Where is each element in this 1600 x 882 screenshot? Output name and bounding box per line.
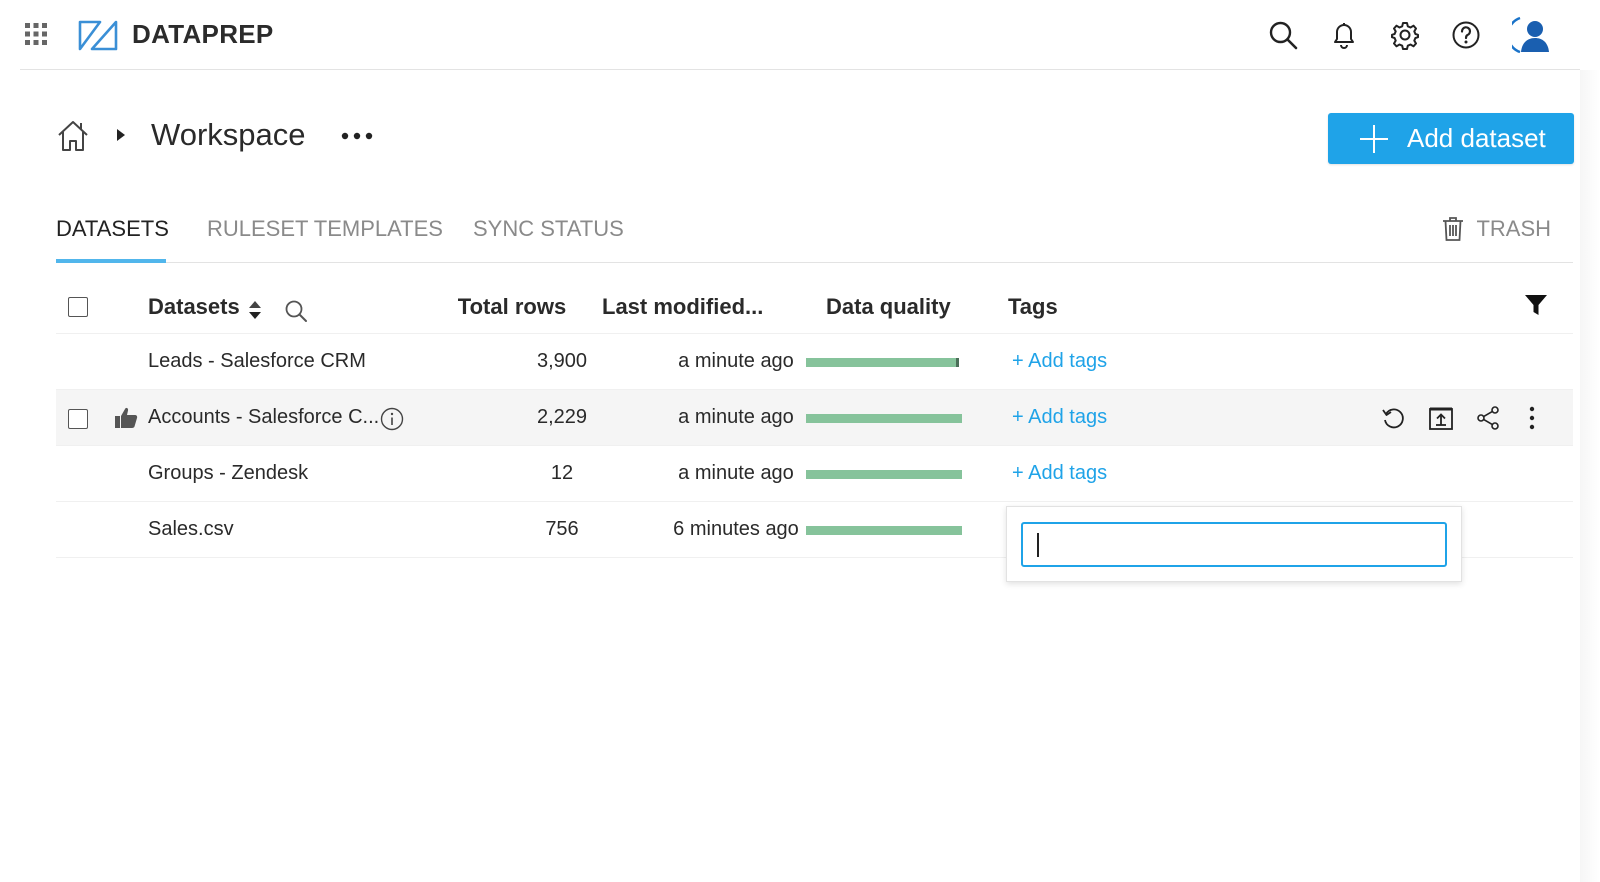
dataset-name[interactable]: Accounts - Salesforce C... [148,406,379,429]
data-quality-bar [806,414,962,423]
header-data-quality[interactable]: Data quality [826,294,951,320]
data-quality-bar [806,526,962,535]
data-quality-bar-edge [956,358,959,367]
total-rows: 3,900 [536,350,588,372]
header-datasets[interactable]: Datasets [148,294,240,320]
table-row[interactable]: Groups - Zendesk 12 a minute ago + Add t… [56,446,1573,502]
data-quality-bar [806,358,959,367]
top-bar: DATAPREP [20,0,1580,70]
dataprep-logo-icon [78,20,118,51]
export-icon[interactable] [1428,405,1454,431]
refresh-icon[interactable] [1381,405,1407,431]
tab-ruleset-templates[interactable]: RULESET TEMPLATES [207,216,443,242]
table-row[interactable]: Leads - Salesforce CRM 3,900 a minute ag… [56,334,1573,390]
total-rows: 756 [545,518,579,540]
header-tags[interactable]: Tags [1008,294,1058,320]
add-tags-link[interactable]: + Add tags [1012,462,1107,485]
breadcrumb-caret-icon [117,129,125,141]
help-icon[interactable] [1451,20,1481,50]
info-icon[interactable] [380,407,404,431]
bell-icon[interactable] [1329,20,1359,50]
page-edge-shadow [1580,70,1600,882]
total-rows: 12 [550,462,574,484]
add-tags-link[interactable]: + Add tags [1012,350,1107,373]
plus-icon [1360,124,1388,153]
share-icon[interactable] [1475,405,1501,431]
search-icon[interactable] [1268,20,1298,50]
page-title: Workspace [151,117,306,152]
data-quality-bar [806,470,962,479]
thumbs-up-icon[interactable] [114,406,138,430]
filter-icon[interactable] [1524,293,1548,317]
tab-datasets[interactable]: DATASETS [56,216,169,242]
gear-icon[interactable] [1390,20,1420,50]
header-last-modified[interactable]: Last modified... [602,294,763,320]
table-row[interactable]: Accounts - Salesforce C... 2,229 a minut… [56,390,1573,446]
dataset-name[interactable]: Leads - Salesforce CRM [148,350,366,373]
more-icon[interactable] [340,126,374,146]
tab-bar: DATASETS RULESET TEMPLATES SYNC STATUS T… [56,205,1573,263]
sort-icon[interactable] [248,299,262,321]
kebab-icon[interactable] [1519,405,1545,431]
app-name: DATAPREP [132,19,274,49]
dataset-name[interactable]: Groups - Zendesk [148,462,308,485]
active-tab-indicator [56,259,166,263]
add-dataset-button[interactable]: Add dataset [1328,113,1574,164]
search-icon[interactable] [284,299,308,323]
table-header: Datasets Total rows Last modified... Dat… [56,277,1573,334]
header-total-rows[interactable]: Total rows [452,294,572,320]
select-all-checkbox[interactable] [68,297,88,317]
home-icon[interactable] [56,119,90,153]
row-checkbox[interactable] [68,409,88,429]
app-grid-icon[interactable] [24,22,48,46]
tab-sync-status[interactable]: SYNC STATUS [473,216,624,242]
text-caret [1037,533,1039,557]
add-tags-link[interactable]: + Add tags [1012,406,1107,429]
trash-button[interactable]: TRASH [1442,216,1551,242]
trash-label: TRASH [1476,216,1551,241]
tag-input[interactable] [1021,522,1447,567]
tag-input-popup [1006,506,1462,582]
trash-icon [1443,217,1464,241]
user-avatar-icon[interactable] [1512,16,1552,54]
dataset-name[interactable]: Sales.csv [148,518,234,541]
add-dataset-label: Add dataset [1407,123,1546,153]
total-rows: 2,229 [536,406,588,428]
